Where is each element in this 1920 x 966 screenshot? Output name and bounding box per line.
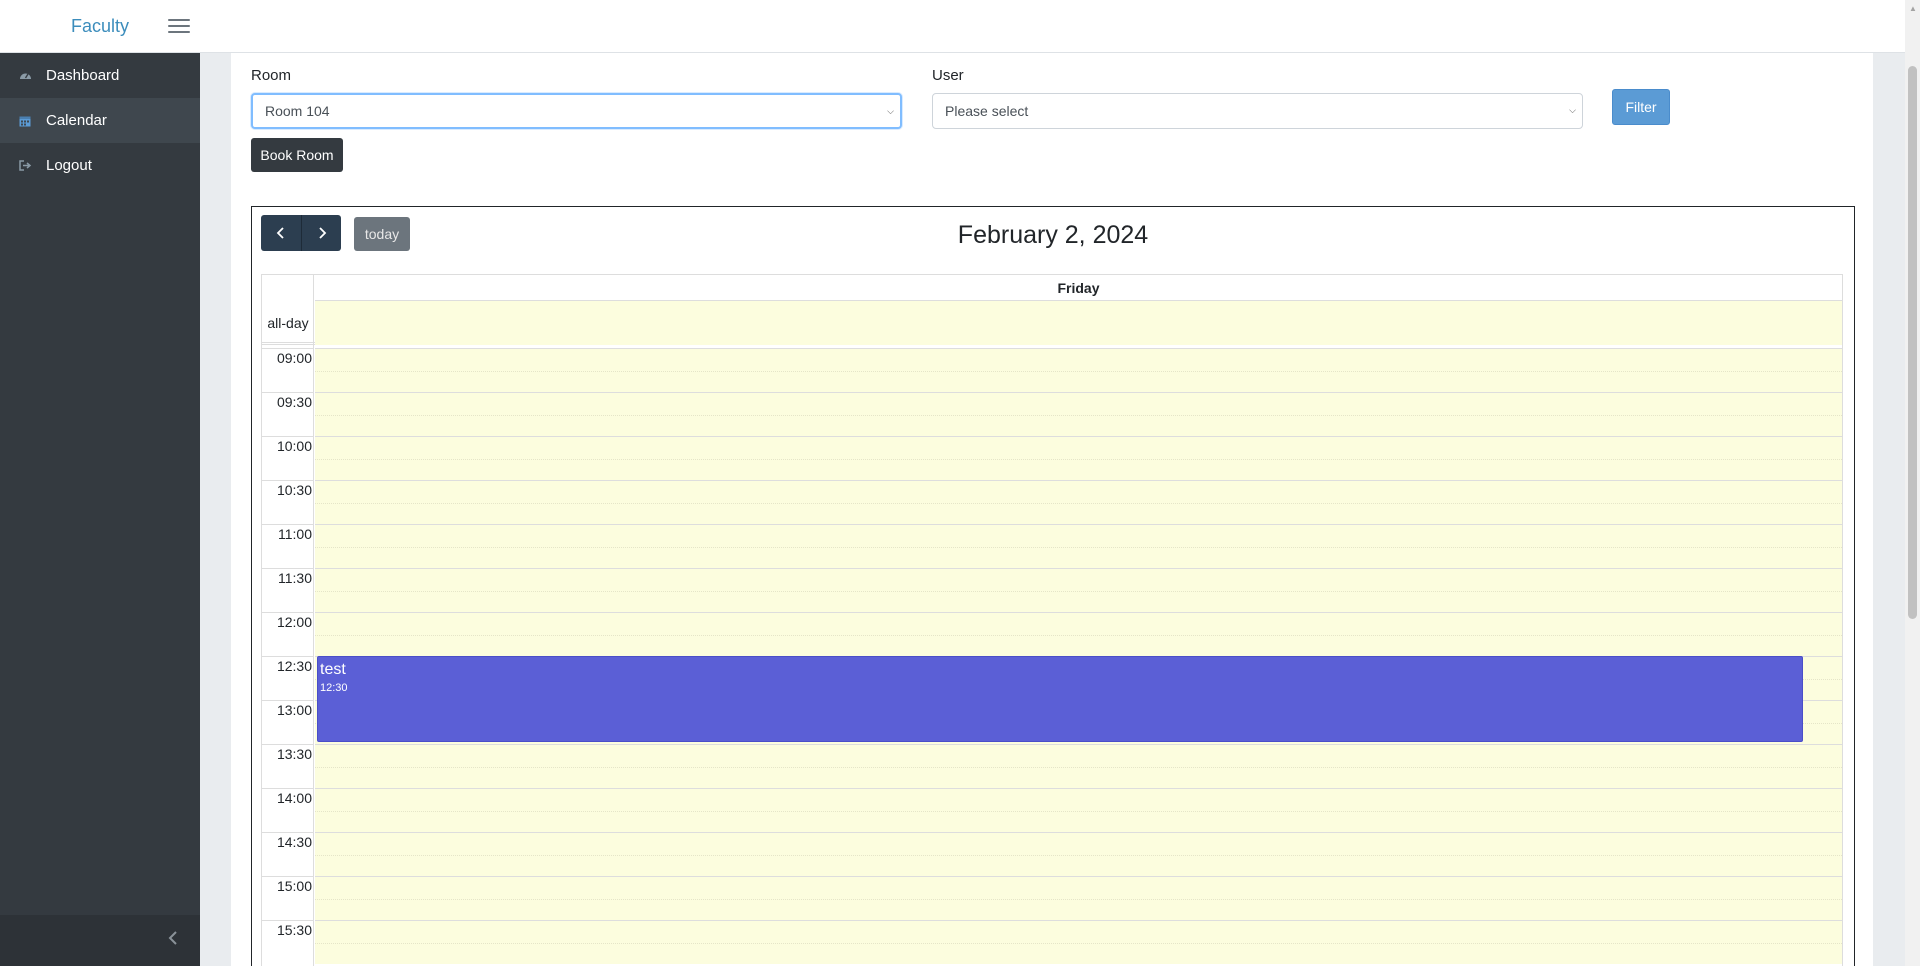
tachometer-icon — [18, 70, 32, 81]
chevron-left-icon — [276, 227, 284, 239]
gridline — [262, 392, 314, 393]
time-slot-cell[interactable] — [315, 612, 1842, 656]
time-label: 15:00 — [276, 878, 312, 894]
sidebar-item-calendar[interactable]: Calendar — [0, 98, 200, 143]
time-slot-cell[interactable] — [315, 920, 1842, 964]
room-select-value: Room 104 — [265, 103, 330, 119]
time-slots: 09:00 09:30 10:00 10:30 11:00 11:30 12:00 12:30… — [262, 348, 1842, 966]
time-slot-row: 13:30 — [262, 744, 1842, 788]
user-select-value: Please select — [945, 103, 1029, 119]
sidebar-item-logout[interactable]: Logout — [0, 143, 200, 188]
time-slot-cell[interactable] — [315, 568, 1842, 612]
prev-button[interactable] — [261, 215, 301, 251]
hamburger-icon[interactable] — [168, 16, 190, 36]
time-label: 12:00 — [276, 614, 312, 630]
chevron-right-icon — [318, 227, 326, 239]
time-slot-cell[interactable] — [315, 832, 1842, 876]
sign-out-icon — [18, 160, 32, 171]
time-slot-row: 10:30 — [262, 480, 1842, 524]
day-header: Friday — [315, 275, 1842, 301]
vertical-scrollbar[interactable]: ▲ — [1905, 0, 1920, 966]
time-slot-row: 10:00 — [262, 436, 1842, 480]
time-label: 10:00 — [276, 438, 312, 454]
scrollbar-thumb[interactable] — [1908, 66, 1917, 619]
time-slot-row: 15:00 — [262, 876, 1842, 920]
book-room-button[interactable]: Book Room — [251, 138, 343, 172]
gridline — [262, 876, 314, 877]
sidebar-footer — [0, 915, 200, 966]
next-button[interactable] — [301, 215, 341, 251]
top-navbar: Faculty — [0, 0, 1905, 53]
sidebar-item-label: Calendar — [46, 112, 107, 129]
calendar-icon — [18, 115, 32, 127]
time-label: 13:30 — [276, 746, 312, 762]
time-label: 10:30 — [276, 482, 312, 498]
gridline — [262, 832, 314, 833]
gridline — [262, 744, 314, 745]
time-label: 12:30 — [276, 658, 312, 674]
scroll-up-icon[interactable]: ▲ — [1909, 4, 1917, 13]
time-label: 09:30 — [276, 394, 312, 410]
time-label: 11:30 — [278, 570, 312, 586]
room-select[interactable]: Room 104 ⌵ — [251, 93, 902, 129]
sidebar-item-label: Dashboard — [46, 67, 120, 84]
room-label: Room — [251, 67, 292, 84]
gridline — [262, 568, 314, 569]
gridline — [262, 920, 314, 921]
time-slot-row: 11:00 — [262, 524, 1842, 568]
chevron-down-icon: ⌵ — [887, 106, 894, 116]
chevron-left-icon[interactable] — [168, 930, 178, 951]
time-slot-cell[interactable] — [315, 436, 1842, 480]
gridline — [262, 524, 314, 525]
sidebar: Dashboard Calendar Logout — [0, 53, 200, 966]
time-label: 11:00 — [278, 526, 312, 542]
time-slot-row: 11:30 — [262, 568, 1842, 612]
time-slot-row: 09:00 — [262, 348, 1842, 392]
calendar-title: February 2, 2024 — [957, 221, 1149, 249]
user-select[interactable]: Please select ⌵ — [932, 93, 1583, 129]
time-label: 14:00 — [276, 790, 312, 806]
time-slot-row: 15:30 — [262, 920, 1842, 964]
main-content: Room Room 104 ⌵ User Please select ⌵ Fil… — [231, 53, 1873, 966]
chevron-down-icon: ⌵ — [1569, 105, 1576, 115]
content-edge — [1873, 53, 1905, 966]
time-label: 13:00 — [276, 702, 312, 718]
today-button[interactable]: today — [354, 217, 410, 251]
gridline — [262, 788, 314, 789]
time-slot-cell[interactable] — [315, 876, 1842, 920]
time-label: 09:00 — [276, 350, 312, 366]
allday-label: all-day — [267, 315, 309, 331]
time-slot-cell[interactable] — [315, 392, 1842, 436]
time-slot-cell[interactable] — [315, 788, 1842, 832]
time-slot-row: 14:00 — [262, 788, 1842, 832]
event-time: 12:30 — [320, 682, 348, 694]
time-slot-cell[interactable] — [315, 744, 1842, 788]
gridline — [262, 348, 314, 349]
calendar: today February 2, 2024 Friday all-day 09… — [251, 206, 1855, 966]
time-slot-cell[interactable] — [315, 348, 1842, 392]
time-label: 14:30 — [276, 834, 312, 850]
gridline — [262, 612, 314, 613]
allday-row: all-day — [262, 301, 1842, 345]
gridline — [262, 700, 314, 701]
time-slot-row: 14:30 — [262, 832, 1842, 876]
user-label: User — [932, 67, 964, 84]
time-grid: Friday all-day 09:00 09:30 10:00 10:30 11:00… — [261, 274, 1843, 966]
gridline — [262, 656, 314, 657]
time-slot-row: 09:30 — [262, 392, 1842, 436]
calendar-event[interactable]: test 12:30 — [317, 656, 1803, 742]
gridline — [262, 436, 314, 437]
allday-cell[interactable] — [315, 301, 1842, 345]
time-label: 15:30 — [276, 922, 312, 938]
time-slot-row: 12:00 — [262, 612, 1842, 656]
gridline — [262, 480, 314, 481]
time-slot-cell[interactable] — [315, 480, 1842, 524]
event-title: test — [320, 661, 346, 678]
sidebar-item-label: Logout — [46, 157, 92, 174]
filter-button[interactable]: Filter — [1612, 89, 1670, 125]
sidebar-item-dashboard[interactable]: Dashboard — [0, 53, 200, 98]
time-slot-cell[interactable] — [315, 524, 1842, 568]
